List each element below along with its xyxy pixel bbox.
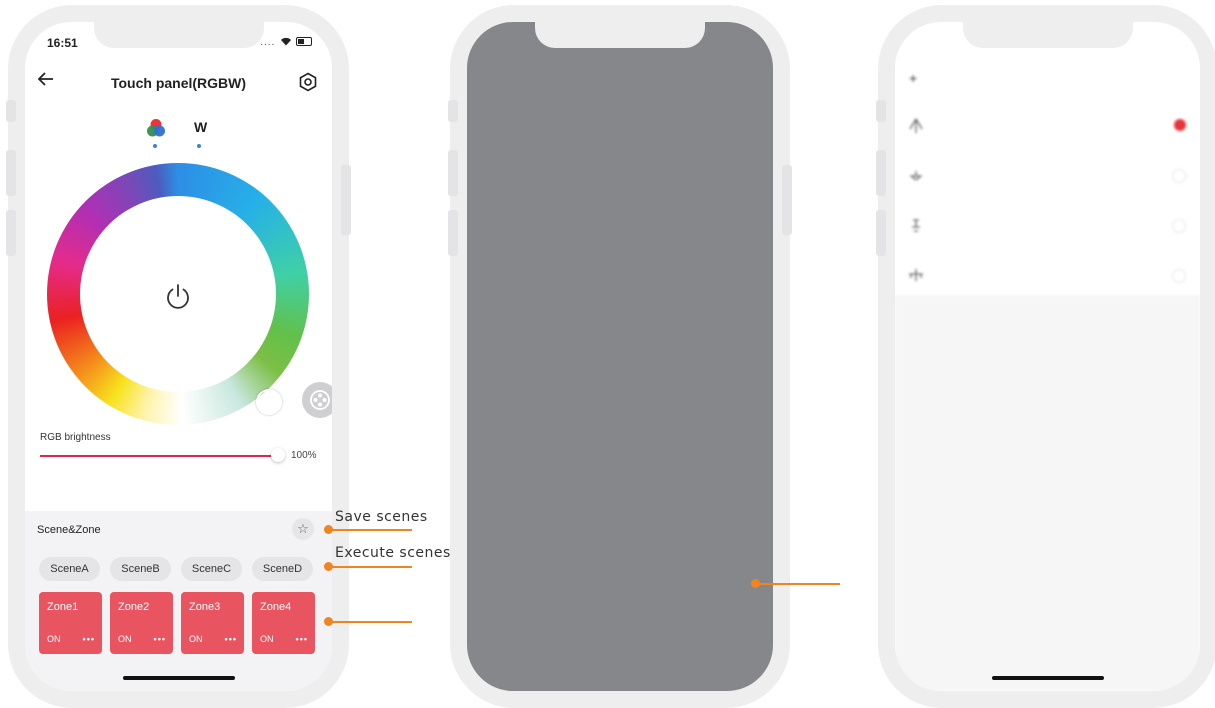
home-indicator [122, 676, 235, 680]
color-wheel[interactable] [47, 163, 309, 425]
more-dots-icon[interactable]: ••• [83, 634, 95, 644]
zone-name: Zone2 [118, 601, 150, 613]
side-button [448, 100, 458, 122]
device-list [895, 99, 1200, 295]
zone-state[interactable]: ON [189, 634, 203, 644]
side-button [6, 210, 16, 256]
wifi-icon [280, 34, 296, 48]
list-item[interactable] [895, 153, 1200, 203]
annotation-line [755, 583, 840, 585]
scene-chip[interactable]: SceneD [252, 557, 313, 581]
side-button [876, 100, 886, 122]
rgb-mode-icon[interactable] [146, 118, 166, 138]
placeholder-screen [467, 22, 773, 691]
annotation-line [328, 566, 412, 568]
mode-tabs: W [25, 118, 332, 152]
scene-chip[interactable]: SceneB [110, 557, 171, 581]
chandelier-icon [907, 267, 925, 285]
settings-hexagon-icon[interactable] [298, 72, 318, 92]
side-button [6, 100, 16, 122]
brightness-label: RGB brightness [40, 432, 111, 443]
zone-name: Zone4 [260, 601, 292, 613]
status-time: 16:51 [47, 36, 78, 50]
annotation-line [328, 529, 412, 531]
notch [535, 22, 705, 48]
selected-indicator[interactable] [1174, 119, 1186, 131]
home-indicator [991, 676, 1104, 680]
zone-state[interactable]: ON [118, 634, 132, 644]
more-dots-icon[interactable]: ••• [296, 634, 308, 644]
phone-frame-2 [448, 5, 792, 708]
unselected-indicator[interactable] [1172, 269, 1186, 283]
zone-tile[interactable]: Zone3 ON ••• [181, 592, 244, 654]
zone-tile[interactable]: Zone2 ON ••• [110, 592, 173, 654]
zone-name: Zone3 [189, 601, 221, 613]
unselected-indicator[interactable] [1172, 219, 1186, 233]
zone-tile[interactable]: Zone1 ON ••• [39, 592, 102, 654]
tab-indicator-dot [197, 144, 201, 148]
side-button [448, 150, 458, 196]
crystal-light-icon [907, 167, 925, 185]
scene-chip[interactable]: SceneC [181, 557, 242, 581]
phone-frame-1: 16:51 .... Touch panel(RGBW) W RGB brigh… [6, 5, 351, 708]
effects-reel-icon[interactable] [302, 382, 332, 418]
side-button [448, 210, 458, 256]
side-button [341, 165, 351, 235]
app-screen: 16:51 .... Touch panel(RGBW) W RGB brigh… [25, 22, 332, 691]
add-icon[interactable]: + [909, 70, 917, 86]
zone-state[interactable]: ON [47, 634, 61, 644]
top-nav: Touch panel(RGBW) [25, 72, 332, 96]
brightness-value: 100% [291, 450, 317, 461]
scene-zone-title: Scene&Zone [37, 524, 101, 536]
scene-zone-panel: Scene&Zone ☆ SceneA SceneB SceneC SceneD… [25, 511, 332, 691]
phone-frame-3: + [876, 5, 1215, 708]
power-icon[interactable] [163, 281, 193, 311]
status-icons: .... [260, 34, 312, 48]
zone-tile[interactable]: Zone4 ON ••• [252, 592, 315, 654]
annotation-save-scenes: Save scenes [335, 509, 428, 525]
zone-tiles: Zone1 ON ••• Zone2 ON ••• Zone3 ON ••• Z… [39, 592, 319, 656]
tab-indicator-dot [153, 144, 157, 148]
lamp-icon [907, 117, 925, 135]
unselected-indicator[interactable] [1172, 169, 1186, 183]
device-select-screen: + [895, 22, 1200, 691]
side-button [876, 150, 886, 196]
list-item[interactable] [895, 103, 1200, 153]
more-dots-icon[interactable]: ••• [225, 634, 237, 644]
color-picker-knob[interactable] [256, 389, 282, 415]
list-item[interactable] [895, 203, 1200, 253]
annotation-line [328, 621, 412, 623]
spot-light-icon [907, 217, 925, 235]
zone-name: Zone1 [47, 601, 79, 613]
brightness-slider-track[interactable] [40, 455, 276, 457]
zone-state[interactable]: ON [260, 634, 274, 644]
list-item[interactable] [895, 253, 1200, 303]
notch [93, 22, 264, 48]
battery-icon [296, 37, 312, 47]
side-button [782, 165, 792, 235]
side-button [876, 210, 886, 256]
scene-chip[interactable]: SceneA [39, 557, 100, 581]
side-button [6, 150, 16, 196]
blurred-content: + [895, 22, 1200, 691]
brightness-slider-thumb[interactable] [271, 448, 285, 462]
white-mode-tab[interactable]: W [194, 119, 207, 135]
annotation-execute-scenes: Execute scenes [335, 545, 451, 561]
page-title: Touch panel(RGBW) [110, 75, 247, 91]
signal-dots: .... [260, 37, 276, 48]
more-dots-icon[interactable]: ••• [154, 634, 166, 644]
scene-chips: SceneA SceneB SceneC SceneD [39, 557, 319, 581]
notch [962, 22, 1133, 48]
star-icon[interactable]: ☆ [292, 518, 314, 540]
